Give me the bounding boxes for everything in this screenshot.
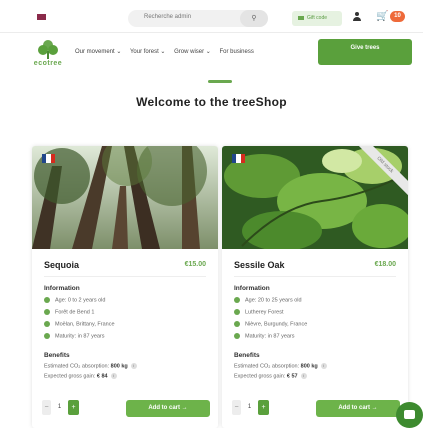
tree-price: €18.00 — [374, 261, 396, 268]
logo-text: ecotree — [33, 60, 63, 67]
tree-logo-icon — [38, 40, 58, 59]
quantity-decrease-button[interactable]: − — [232, 400, 241, 415]
title-accent-line — [208, 80, 232, 83]
logo[interactable]: ecotree — [28, 39, 70, 69]
clock-icon — [234, 297, 240, 303]
search-bar[interactable]: Recherche admin ⚲ — [128, 10, 268, 27]
quantity-increase-button[interactable]: + — [258, 400, 269, 415]
france-flag-icon — [232, 154, 245, 163]
benefits-title: Benefits — [44, 352, 70, 359]
location-icon — [44, 321, 50, 327]
gift-icon — [298, 15, 304, 20]
info-age: Age: 20 to 25 years old — [234, 297, 302, 303]
cart-count-badge[interactable]: 10 — [390, 11, 405, 22]
quantity-increase-button[interactable]: + — [68, 400, 79, 415]
nav-item-your-forest[interactable]: Your forest ⌄ — [130, 49, 166, 55]
product-card-sequoia[interactable]: Sequoia €15.00 Information Age: 0 to 2 y… — [32, 146, 218, 428]
benefit-gain: Expected gross gain: € 84 i — [44, 373, 117, 379]
clock-icon — [44, 297, 50, 303]
product-image[interactable] — [32, 146, 218, 249]
product-card-sessile-oak[interactable]: Old stock Sessile Oak €18.00 Information… — [222, 146, 408, 428]
info-icon[interactable]: i — [320, 363, 327, 369]
search-input[interactable]: Recherche admin — [144, 14, 191, 20]
info-location: Moëlan, Brittany, France — [44, 321, 115, 327]
quantity-value[interactable]: 1 — [244, 400, 255, 415]
benefit-gain: Expected gross gain: € 57 i — [234, 373, 307, 379]
info-maturity: Maturity: in 87 years — [44, 333, 105, 339]
gift-code-button[interactable]: Gift code — [292, 11, 342, 26]
tree-price: €15.00 — [184, 261, 206, 268]
search-icon[interactable]: ⚲ — [240, 10, 268, 27]
divider — [44, 276, 206, 277]
calendar-icon — [44, 333, 50, 339]
info-location: Nièvre, Burgundy, France — [234, 321, 307, 327]
product-image[interactable]: Old stock — [222, 146, 408, 249]
info-forest: Forêt de Bend 1 — [44, 309, 94, 315]
give-trees-button[interactable]: Give trees — [318, 39, 412, 65]
info-icon[interactable]: i — [300, 373, 307, 379]
nav-item-for-business[interactable]: For business — [219, 49, 253, 55]
info-age: Age: 0 to 2 years old — [44, 297, 105, 303]
gift-code-label: Gift code — [307, 15, 328, 21]
info-icon[interactable]: i — [130, 363, 137, 369]
info-forest: Lutherey Forest — [234, 309, 284, 315]
user-icon[interactable] — [352, 12, 362, 24]
calendar-icon — [234, 333, 240, 339]
page-title: Welcome to the treeShop — [136, 95, 287, 109]
information-title: Information — [234, 285, 270, 292]
info-icon[interactable]: i — [110, 373, 117, 379]
tree-icon — [44, 309, 50, 315]
quantity-decrease-button[interactable]: − — [42, 400, 51, 415]
location-icon — [234, 321, 240, 327]
nav-item-our-movement[interactable]: Our movement ⌄ — [75, 49, 121, 55]
nav-menu: Our movement ⌄ Your forest ⌄ Grow wiser … — [75, 48, 261, 55]
chat-icon[interactable] — [396, 402, 423, 428]
nav-item-grow-wiser[interactable]: Grow wiser ⌄ — [174, 49, 211, 55]
main-nav: ecotree Our movement ⌄ Your forest ⌄ Gro… — [0, 32, 423, 74]
info-maturity: Maturity: in 87 years — [234, 333, 295, 339]
information-title: Information — [44, 285, 80, 292]
add-to-cart-button[interactable]: Add to cart → — [126, 400, 210, 417]
france-flag-icon — [42, 154, 55, 163]
give-trees-label: Give trees — [350, 45, 380, 51]
tree-name[interactable]: Sessile Oak — [234, 260, 285, 270]
divider — [234, 276, 396, 277]
add-to-cart-button[interactable]: Add to cart → — [316, 400, 400, 417]
benefit-co2: Estimated CO₂ absorption: 800 kg i — [44, 363, 137, 369]
cart-icon[interactable]: 🛒 — [376, 11, 388, 23]
tree-icon — [234, 309, 240, 315]
tree-name[interactable]: Sequoia — [44, 260, 79, 270]
flag-icon[interactable] — [37, 14, 46, 20]
benefits-title: Benefits — [234, 352, 260, 359]
benefit-co2: Estimated CO₂ absorption: 800 kg i — [234, 363, 327, 369]
top-bar: Recherche admin ⚲ Gift code 🛒 10 — [0, 0, 423, 32]
quantity-value[interactable]: 1 — [54, 400, 65, 415]
